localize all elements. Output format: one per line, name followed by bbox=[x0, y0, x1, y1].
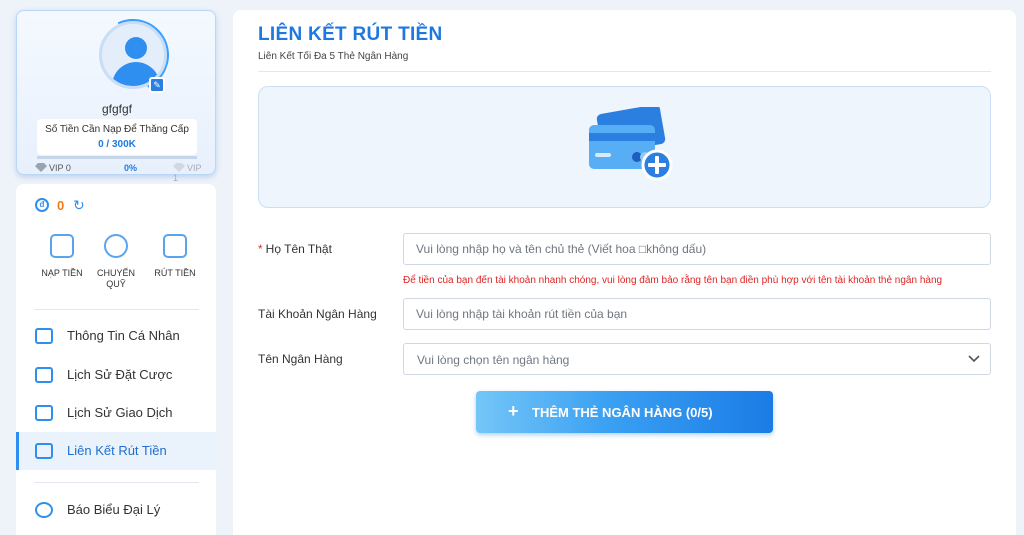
bet-history-icon bbox=[35, 367, 53, 383]
upgrade-box: Số Tiền Cần Nạp Để Thăng Cấp 0 / 300K bbox=[37, 119, 197, 155]
diamond-icon bbox=[173, 163, 185, 172]
transaction-history-icon bbox=[35, 405, 53, 421]
page-subtitle: Liên Kết Tối Đa 5 Thẻ Ngân Hàng bbox=[258, 51, 409, 62]
bank-cards-illustration-icon bbox=[589, 107, 673, 181]
quick-transfer[interactable]: CHUYỂN QUỸ bbox=[84, 234, 148, 290]
main-panel: LIÊN KẾT RÚT TIỀN Liên Kết Tối Đa 5 Thẻ … bbox=[233, 10, 1016, 535]
vip-next: VIP 1 bbox=[173, 163, 205, 183]
real-name-input[interactable] bbox=[403, 233, 991, 265]
sidebar-item-agent-report[interactable]: Báo Biểu Đại Lý bbox=[16, 491, 216, 529]
chevron-down-icon bbox=[968, 355, 980, 363]
quick-withdraw[interactable]: RÚT TIỀN bbox=[143, 234, 207, 279]
sidebar-item-label: Lịch Sử Đặt Cược bbox=[67, 367, 173, 382]
page-title: LIÊN KẾT RÚT TIỀN bbox=[258, 24, 443, 45]
id-card-icon bbox=[35, 328, 53, 344]
upgrade-label: Số Tiền Cần Nạp Để Thăng Cấp bbox=[45, 124, 189, 135]
profile-card: ✎ gfgfgf Số Tiền Cần Nạp Để Thăng Cấp 0 … bbox=[16, 8, 216, 183]
edit-avatar-icon[interactable]: ✎ bbox=[149, 77, 165, 93]
sidebar-item-personal-info[interactable]: Thông Tin Cá Nhân bbox=[16, 317, 216, 355]
balance-value: 0 bbox=[57, 198, 65, 213]
plus-icon: + bbox=[508, 401, 519, 421]
real-name-label-text: Họ Tên Thật bbox=[265, 242, 332, 256]
report-icon bbox=[35, 502, 53, 518]
username: gfgfgf bbox=[101, 102, 133, 116]
transfer-icon bbox=[104, 234, 128, 258]
bank-card-display bbox=[258, 86, 991, 208]
diamond-icon bbox=[35, 163, 47, 172]
vip-current-label: VIP 0 bbox=[49, 163, 71, 173]
vip-row: VIP 0 0% VIP 1 bbox=[35, 163, 205, 183]
upgrade-progress: 0 / 300K bbox=[98, 139, 136, 150]
sidebar-menu: đ 0 ↻ NẠP TIỀN CHUYỂN QUỸ RÚT TIỀN Thông… bbox=[16, 184, 216, 535]
sidebar-item-label: Lịch Sử Giao Dịch bbox=[67, 405, 173, 420]
menu-divider bbox=[34, 309, 199, 310]
bank-name-select[interactable]: Vui lòng chọn tên ngân hàng bbox=[403, 343, 991, 375]
withdraw-icon bbox=[163, 234, 187, 258]
real-name-hint: Để tiền của bạn đến tài khoản nhanh chón… bbox=[403, 275, 943, 286]
sidebar-item-label: Liên Kết Rút Tiền bbox=[67, 443, 167, 458]
required-mark: * bbox=[258, 242, 263, 256]
coin-icon: đ bbox=[35, 198, 49, 212]
vip-current: VIP 0 bbox=[35, 163, 71, 173]
bank-account-label: Tài Khoản Ngân Hàng bbox=[258, 307, 377, 321]
refresh-icon[interactable]: ↻ bbox=[73, 197, 85, 214]
vip-progress-bar bbox=[37, 156, 197, 159]
menu-divider bbox=[34, 482, 199, 483]
bank-card-icon bbox=[35, 443, 53, 459]
quick-transfer-label: CHUYỂN QUỸ bbox=[96, 268, 135, 289]
sidebar-item-bet-history[interactable]: Lịch Sử Đặt Cược bbox=[16, 356, 216, 394]
sidebar-item-label: Báo Biểu Đại Lý bbox=[67, 502, 161, 517]
title-divider bbox=[258, 71, 991, 72]
sidebar-item-transaction-history[interactable]: Lịch Sử Giao Dịch bbox=[16, 394, 216, 432]
real-name-label: * Họ Tên Thật bbox=[258, 242, 332, 256]
add-bank-card-label: THÊM THẺ NGÂN HÀNG (0/5) bbox=[532, 405, 713, 420]
sidebar-item-withdraw-link[interactable]: Liên Kết Rút Tiền bbox=[16, 432, 216, 470]
bank-account-input[interactable] bbox=[403, 298, 991, 330]
quick-withdraw-label: RÚT TIỀN bbox=[154, 268, 196, 278]
vip-percent: 0% bbox=[124, 163, 138, 173]
wallet-icon bbox=[50, 234, 74, 258]
bank-name-label: Tên Ngân Hàng bbox=[258, 352, 343, 366]
avatar-head bbox=[125, 37, 147, 59]
add-bank-card-button[interactable]: + THÊM THẺ NGÂN HÀNG (0/5) bbox=[476, 391, 773, 433]
bank-name-placeholder: Vui lòng chọn tên ngân hàng bbox=[417, 353, 570, 367]
sidebar-item-label: Thông Tin Cá Nhân bbox=[67, 328, 180, 343]
